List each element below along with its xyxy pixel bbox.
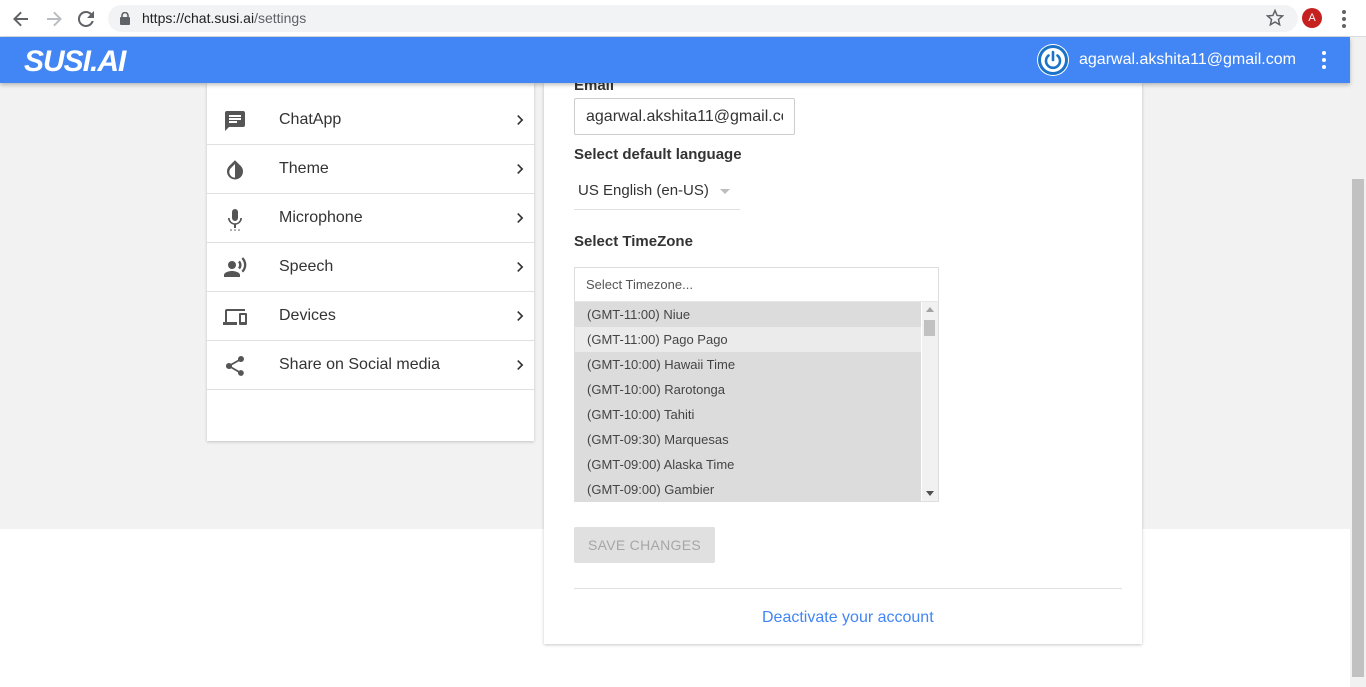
timezone-option[interactable]: (GMT-10:00) Tahiti: [575, 402, 921, 427]
share-icon: [225, 356, 244, 376]
email-field[interactable]: [574, 98, 795, 135]
back-button[interactable]: [9, 7, 33, 31]
chevron-right-icon: [517, 262, 524, 272]
power-icon: [1038, 45, 1068, 75]
sidebar-item-label: Speech: [279, 258, 334, 275]
chat-icon: [225, 111, 245, 131]
sidebar-item-label: Devices: [279, 307, 336, 324]
dropdown-caret-icon: [720, 189, 730, 194]
user-avatar[interactable]: [1037, 44, 1069, 76]
divider: [574, 588, 1122, 589]
sidebar-item-share[interactable]: Share on Social media: [207, 341, 534, 390]
microphone-icon: [228, 209, 242, 231]
chevron-right-icon: [517, 311, 524, 321]
timezone-option[interactable]: (GMT-09:30) Marquesas: [575, 427, 921, 452]
back-arrow-icon: [13, 11, 28, 27]
settings-card: Email Select default language US English…: [544, 77, 1142, 644]
reload-button[interactable]: [74, 7, 98, 31]
sidebar-item-label: Microphone: [279, 209, 363, 226]
language-value: US English (en-US): [578, 182, 709, 199]
chevron-right-icon: [517, 213, 524, 223]
chevron-right-icon: [517, 164, 524, 174]
timezone-option[interactable]: (GMT-11:00) Niue: [575, 302, 921, 327]
sidebar-item-label: ChatApp: [279, 111, 342, 128]
language-select[interactable]: US English (en-US): [574, 171, 740, 210]
bookmark-star-icon[interactable]: [1266, 9, 1284, 27]
timezone-label: Select TimeZone: [574, 233, 693, 250]
speech-icon: [224, 257, 247, 277]
reload-icon: [78, 11, 94, 27]
timezone-option[interactable]: (GMT-10:00) Rarotonga: [575, 377, 921, 402]
address-bar[interactable]: https://chat.susi.ai/settings: [108, 5, 1298, 32]
sidebar-item-microphone[interactable]: Microphone: [207, 194, 534, 243]
sidebar-item-chatapp[interactable]: ChatApp: [207, 96, 534, 145]
timezone-select: (GMT-11:00) Niue (GMT-11:00) Pago Pago (…: [574, 267, 939, 502]
timezone-option[interactable]: (GMT-11:00) Pago Pago: [575, 327, 921, 352]
url-host: https://chat.susi.ai: [142, 10, 255, 26]
timezone-option[interactable]: (GMT-09:00) Gambier: [575, 477, 921, 501]
sidebar-item-devices[interactable]: Devices: [207, 292, 534, 341]
page-scrollbar[interactable]: [1350, 37, 1366, 687]
language-label: Select default language: [574, 146, 742, 163]
url-text: https://chat.susi.ai/settings: [142, 10, 306, 26]
timezone-search-input[interactable]: [575, 268, 938, 302]
logo-text: SUSI.AI: [24, 45, 127, 75]
timezone-option[interactable]: (GMT-10:00) Hawaii Time: [575, 352, 921, 377]
theme-icon: [227, 160, 243, 180]
app-header: SUSI.AI agarwal.akshita11@gmail.com: [0, 37, 1350, 83]
browser-menu-icon[interactable]: [1336, 8, 1352, 30]
susi-logo[interactable]: SUSI.AI: [24, 45, 148, 75]
app-menu-icon[interactable]: [1316, 50, 1332, 70]
timezone-option[interactable]: (GMT-09:00) Alaska Time: [575, 452, 921, 477]
scroll-down-icon[interactable]: [926, 491, 934, 496]
page-scrollbar-thumb[interactable]: [1352, 179, 1364, 677]
lock-icon: [120, 12, 130, 25]
forward-arrow-icon: [47, 11, 62, 27]
timezone-scrollbar[interactable]: [922, 302, 938, 501]
scroll-up-icon[interactable]: [926, 307, 934, 312]
deactivate-account-link[interactable]: Deactivate your account: [762, 609, 934, 627]
chevron-right-icon: [517, 360, 524, 370]
sidebar-item-theme[interactable]: Theme: [207, 145, 534, 194]
sidebar-item-speech[interactable]: Speech: [207, 243, 534, 292]
chevron-right-icon: [517, 115, 524, 125]
sidebar-item-label: Share on Social media: [279, 356, 440, 373]
devices-icon: [223, 309, 247, 325]
scrollbar-thumb[interactable]: [924, 320, 935, 336]
save-changes-button[interactable]: SAVE CHANGES: [574, 527, 715, 563]
url-path: /settings: [254, 10, 307, 26]
settings-sidebar: ChatApp Theme Microphone Speech Devices …: [207, 83, 534, 441]
sidebar-item-label: Theme: [279, 160, 329, 177]
user-email[interactable]: agarwal.akshita11@gmail.com: [1079, 51, 1296, 69]
timezone-list: (GMT-11:00) Niue (GMT-11:00) Pago Pago (…: [575, 302, 921, 501]
browser-toolbar: https://chat.susi.ai/settings A: [0, 0, 1366, 37]
forward-button[interactable]: [42, 7, 66, 31]
profile-avatar[interactable]: A: [1302, 8, 1322, 28]
